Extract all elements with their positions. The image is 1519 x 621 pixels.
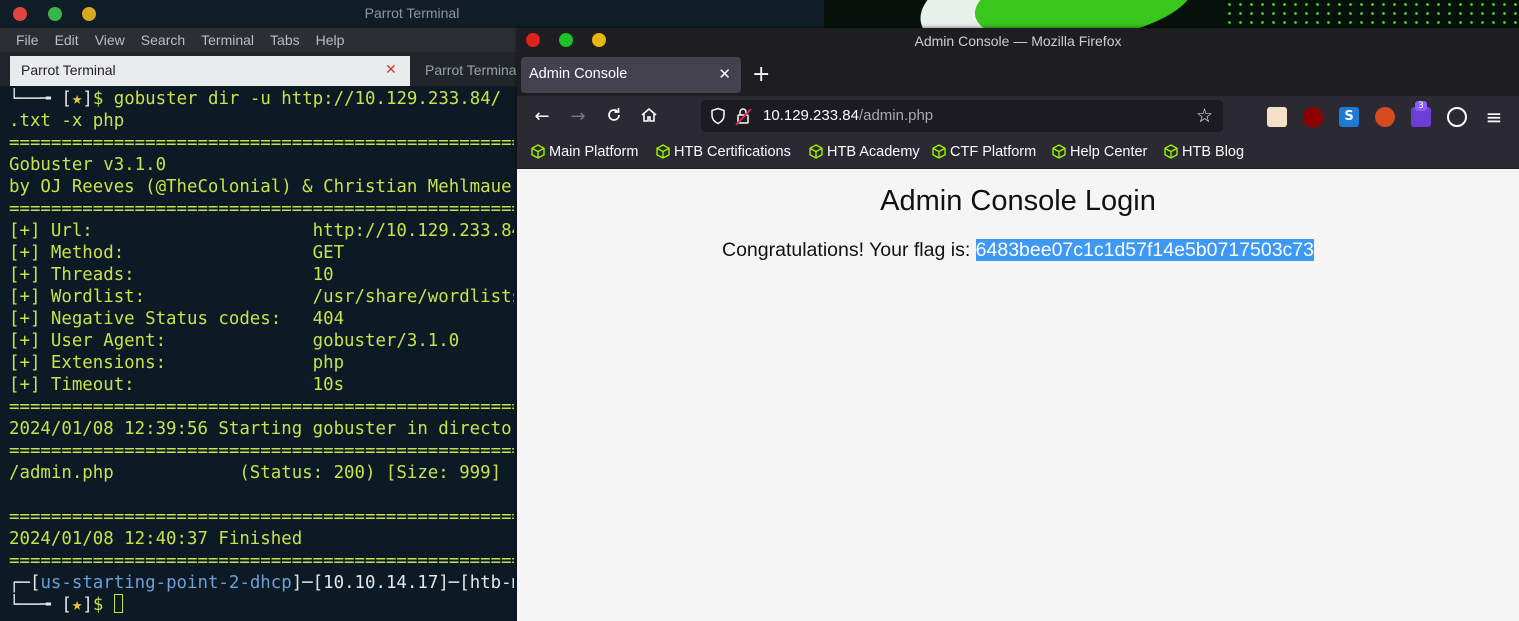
terminal-line: Gobuster v3.1.0 [9,155,167,175]
menu-file[interactable]: File [16,32,39,48]
terminal-line: [+] Extensions: php [9,353,345,373]
bookmark-label: Help Center [1070,144,1148,160]
close-tab-icon[interactable]: ✕ [385,61,397,78]
bookmarks-toolbar: Main Platform HTB Certifications HTB Aca… [517,138,1519,169]
menu-hamburger-icon[interactable]: ≡ [1483,106,1505,128]
flag-message-text: Congratulations! Your flag is: [722,239,976,261]
flag-message: Congratulations! Your flag is: 6483bee07… [517,239,1519,262]
terminal-titlebar[interactable]: Parrot Terminal [0,0,824,28]
terminal-line: ========================================… [9,507,514,527]
terminal-line: .txt -x php [9,111,125,131]
bookmark-label: Main Platform [549,144,639,160]
menu-terminal[interactable]: Terminal [201,32,254,48]
extension-purple-icon[interactable]: 3 [1411,101,1431,127]
terminal-line: └──╼ [★]$ gobuster dir -u http://10.129.… [9,89,514,109]
terminal-cursor [113,594,123,613]
bookmark-main-platform[interactable]: Main Platform [531,144,638,160]
terminal-line: [+] Timeout: 10s [9,375,345,395]
bookmark-label: CTF Platform [950,144,1037,160]
bookmark-star-icon[interactable]: ☆ [1196,105,1213,127]
terminal-line: [+] Method: GET [9,243,345,263]
terminal-line: [+] Wordlist: /usr/share/wordlists/d [9,287,514,307]
extension-ublock-icon[interactable] [1303,107,1323,127]
bookmark-label: HTB Certifications [674,144,791,160]
bookmark-label: HTB Blog [1182,144,1245,160]
terminal-line: [+] Negative Status codes: 404 [9,309,345,329]
reload-icon[interactable] [603,106,625,128]
menu-view[interactable]: View [95,32,125,48]
flag-value[interactable]: 6483bee07c1c1d57f14e5b0717503c73 [975,239,1314,261]
insecure-lock-icon[interactable] [735,106,753,126]
terminal-line: ========================================… [9,199,514,219]
url-path: /admin.php [858,107,934,124]
terminal-window-title: Parrot Terminal [364,5,460,21]
htb-cube-icon [531,144,545,159]
terminal-tab-active[interactable]: Parrot Terminal ✕ [10,56,410,86]
bookmark-label: HTB Academy [827,144,920,160]
htb-cube-icon [809,144,823,159]
wallpaper-swoosh-green [969,0,1199,28]
firefox-navbar: ← → 10.129.233.84/admin.php ☆ S 3 ≡ [517,96,1519,138]
menu-help[interactable]: Help [316,32,345,48]
extension-s-icon[interactable]: S [1339,107,1359,127]
terminal-line: [+] User Agent: gobuster/3.1.0 [9,331,460,351]
terminal-line: [+] Url: http://10.129.233.84/ [9,221,514,241]
terminal-line: ========================================… [9,397,514,417]
bookmark-htb-certifications[interactable]: HTB Certifications [656,144,791,160]
url-host: 10.129.233.84 [763,107,859,124]
extension-wappalyzer-icon[interactable] [1375,107,1395,127]
url-text: 10.129.233.84/admin.php [763,107,933,124]
back-icon[interactable]: ← [531,106,553,128]
extension-badge: 3 [1415,101,1427,111]
terminal-line: /admin.php (Status: 200) [Size: 999] [9,463,502,483]
browser-tab-label: Admin Console [529,66,628,82]
extension-foxyproxy-icon[interactable] [1267,107,1287,127]
menu-edit[interactable]: Edit [55,32,79,48]
terminal-line: ========================================… [9,441,514,461]
terminal-line: 2024/01/08 12:40:37 Finished [9,529,303,549]
terminal-tab-label: Parrot Terminal [425,62,520,78]
firefox-window-title: Admin Console — Mozilla Firefox [914,33,1122,49]
wallpaper-dots [1224,0,1519,28]
bookmark-ctf-platform[interactable]: CTF Platform [932,144,1036,160]
terminal-tab-inactive[interactable]: Parrot Terminal [415,56,520,86]
browser-tab[interactable]: Admin Console ✕ [521,57,741,93]
desktop-wallpaper [824,0,1519,28]
htb-cube-icon [1052,144,1066,159]
terminal-line: ┌─[us-starting-point-2-dhcp]─[10.10.14.1… [9,573,514,593]
menu-tabs[interactable]: Tabs [270,32,300,48]
url-bar[interactable]: 10.129.233.84/admin.php ☆ [701,100,1223,132]
forward-icon[interactable]: → [567,106,589,128]
firefox-tabbar: Admin Console ✕ + [517,54,1519,96]
terminal-output[interactable]: └──╼ [★]$ gobuster dir -u http://10.129.… [9,88,514,616]
home-icon[interactable] [638,106,660,128]
terminal-line: by OJ Reeves (@TheColonial) & Christian … [9,177,514,197]
new-tab-icon[interactable]: + [752,62,770,87]
page-title: Admin Console Login [880,185,1156,217]
terminal-tab-label: Parrot Terminal [21,62,116,78]
htb-cube-icon [932,144,946,159]
cookie-icon[interactable] [1447,107,1467,127]
bookmark-htb-academy[interactable]: HTB Academy [809,144,920,160]
terminal-line: 2024/01/08 12:39:56 Starting gobuster in… [9,419,514,439]
tracking-shield-icon[interactable] [709,107,727,125]
firefox-window: Admin Console — Mozilla Firefox Admin Co… [517,28,1519,621]
terminal-line: └──╼ [★]$ [9,594,514,616]
terminal-line: [+] Threads: 10 [9,265,334,285]
htb-cube-icon [656,144,670,159]
terminal-line: ========================================… [9,551,514,571]
terminal-line: ========================================… [9,133,514,153]
htb-cube-icon [1164,144,1178,159]
page-content: Admin Console Login Congratulations! You… [517,169,1519,621]
close-tab-icon[interactable]: ✕ [718,65,731,83]
bookmark-htb-blog[interactable]: HTB Blog [1164,144,1244,160]
bookmark-help-center[interactable]: Help Center [1052,144,1147,160]
menu-search[interactable]: Search [141,32,185,48]
firefox-titlebar[interactable]: Admin Console — Mozilla Firefox [517,28,1519,54]
